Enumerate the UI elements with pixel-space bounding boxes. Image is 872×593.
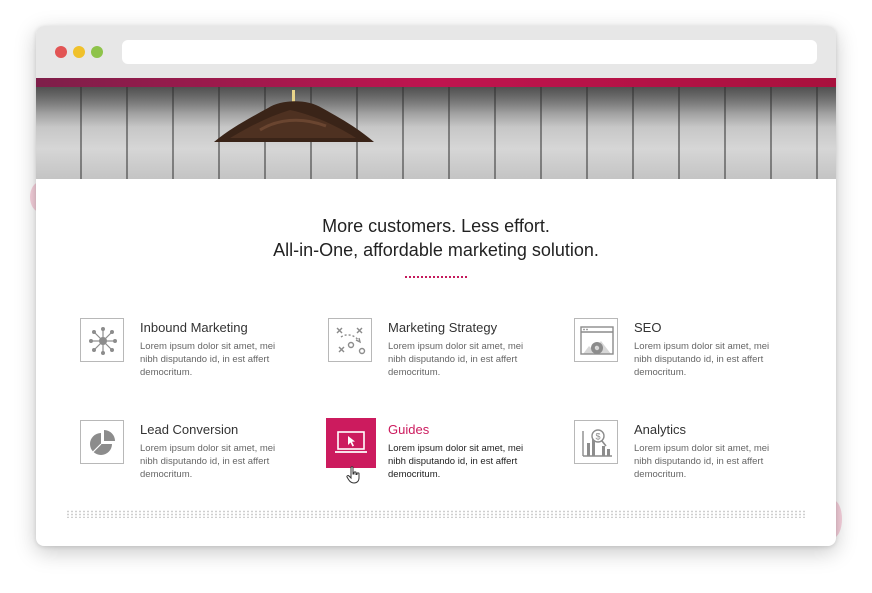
feature-description: Lorem ipsum dolor sit amet, mei nibh dis…	[140, 443, 276, 480]
hand-pointer-icon	[346, 466, 360, 484]
feature-lead-conversion[interactable]: Lead Conversion Lorem ipsum dolor sit am…	[80, 420, 310, 490]
window-maximize-button[interactable]	[91, 46, 103, 58]
feature-marketing-strategy[interactable]: Marketing Strategy Lorem ipsum dolor sit…	[328, 318, 558, 388]
feature-guides[interactable]: Guides Lorem ipsum dolor sit amet, mei n…	[326, 418, 558, 490]
footer-divider	[66, 510, 806, 518]
soil-pile-image	[214, 90, 374, 142]
strategy-play-icon	[328, 318, 372, 362]
headline-line-2: All-in-One, affordable marketing solutio…	[273, 240, 599, 260]
feature-description: Lorem ipsum dolor sit amet, mei nibh dis…	[388, 443, 524, 480]
headline-divider	[405, 276, 467, 278]
monitor-cursor-icon	[326, 418, 376, 468]
feature-description: Lorem ipsum dolor sit amet, mei nibh dis…	[634, 443, 770, 480]
headline: More customers. Less effort. All-in-One,…	[36, 214, 836, 262]
feature-description: Lorem ipsum dolor sit amet, mei nibh dis…	[634, 341, 770, 378]
feature-seo[interactable]: SEO Lorem ipsum dolor sit amet, mei nibh…	[574, 318, 804, 388]
browser-toolbar	[36, 26, 836, 78]
pie-chart-icon	[80, 420, 124, 464]
browser-gear-icon	[574, 318, 618, 362]
hero-banner	[36, 78, 836, 179]
feature-title: Marketing Strategy	[388, 320, 498, 335]
headline-line-1: More customers. Less effort.	[322, 216, 550, 236]
network-nodes-icon	[80, 318, 124, 362]
feature-title: Lead Conversion	[140, 422, 239, 437]
feature-title: Inbound Marketing	[140, 320, 248, 335]
feature-title: Guides	[388, 422, 430, 437]
svg-text:$: $	[595, 432, 600, 442]
feature-title: Analytics	[634, 422, 687, 437]
feature-inbound-marketing[interactable]: Inbound Marketing Lorem ipsum dolor sit …	[80, 318, 310, 388]
feature-description: Lorem ipsum dolor sit amet, mei nibh dis…	[388, 341, 524, 378]
window-close-button[interactable]	[55, 46, 67, 58]
feature-analytics[interactable]: $ Analytics Lorem ipsum dolor sit amet, …	[574, 420, 804, 490]
hero-accent-band	[36, 78, 836, 87]
analytics-chart-icon: $	[574, 420, 618, 464]
address-bar[interactable]	[122, 40, 817, 64]
browser-window: More customers. Less effort. All-in-One,…	[36, 26, 836, 546]
feature-description: Lorem ipsum dolor sit amet, mei nibh dis…	[140, 341, 276, 378]
feature-title: SEO	[634, 320, 662, 335]
window-minimize-button[interactable]	[73, 46, 85, 58]
